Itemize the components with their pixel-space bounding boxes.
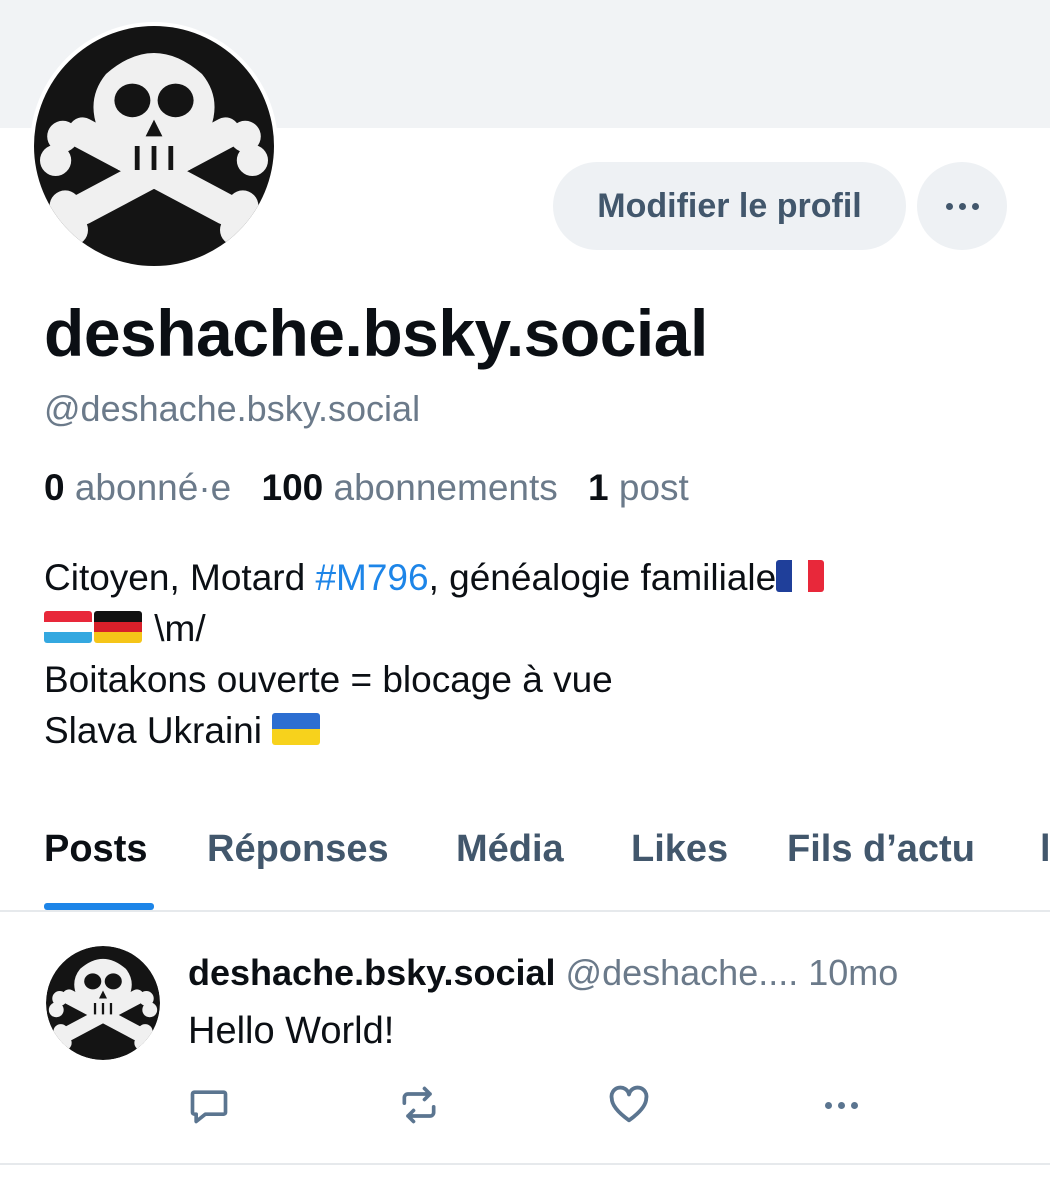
profile-bio: Citoyen, Motard #M796, généalogie famili… xyxy=(44,552,1004,756)
luxembourg-flag-icon xyxy=(44,611,92,643)
tab-overflow[interactable]: l xyxy=(1040,828,1050,871)
active-tab-indicator xyxy=(44,903,154,910)
post-time[interactable]: 10mo xyxy=(808,952,898,993)
bio-text: \m/ xyxy=(144,608,206,649)
divider xyxy=(0,1163,1050,1165)
following-count: 100 xyxy=(261,467,324,508)
followers-count: 0 xyxy=(44,467,65,508)
post-header: deshache.bsky.social @deshache.... 10mo xyxy=(188,952,1018,994)
tab-posts[interactable]: Posts xyxy=(44,828,147,871)
bio-text: Citoyen, Motard xyxy=(44,557,316,598)
profile-stats: 0 abonné·e 100 abonnements 1 post xyxy=(44,467,689,509)
skull-avatar-image xyxy=(34,26,274,266)
posts-count-item: 1 post xyxy=(588,467,689,508)
reply-button[interactable] xyxy=(186,1082,232,1128)
profile-display-name: deshache.bsky.social xyxy=(44,296,708,370)
post-author-handle[interactable]: @deshache.... xyxy=(566,952,799,993)
followers-label: abonné·e xyxy=(74,467,232,508)
profile-avatar[interactable] xyxy=(30,22,278,270)
edit-profile-button[interactable]: Modifier le profil xyxy=(553,162,906,250)
posts-count: 1 xyxy=(588,467,609,508)
skull-avatar-image xyxy=(46,946,160,1060)
tab-replies[interactable]: Réponses xyxy=(207,828,389,871)
hashtag-link[interactable]: #M796 xyxy=(315,557,428,598)
heart-icon xyxy=(609,1085,649,1123)
bio-line-4: Slava Ukraini xyxy=(44,705,1004,756)
tab-media[interactable]: Média xyxy=(456,828,564,871)
post-more-button[interactable] xyxy=(818,1082,864,1128)
like-button[interactable] xyxy=(606,1082,652,1128)
repost-button[interactable] xyxy=(396,1082,442,1128)
tab-likes[interactable]: Likes xyxy=(631,828,728,871)
tab-feeds[interactable]: Fils d’actu xyxy=(787,828,975,871)
repost-icon xyxy=(402,1086,436,1124)
ukraine-flag-icon xyxy=(272,713,321,745)
posts-label: post xyxy=(618,467,689,508)
bio-line-1: Citoyen, Motard #M796, généalogie famili… xyxy=(44,552,1004,603)
following-label: abonnements xyxy=(333,467,558,508)
post-author-avatar[interactable] xyxy=(46,946,160,1060)
bio-text: , généalogie familiale xyxy=(428,557,777,598)
post-item[interactable]: deshache.bsky.social @deshache.... 10mo … xyxy=(0,912,1050,1164)
more-dots-icon xyxy=(945,202,979,210)
following-link[interactable]: 100 abonnements xyxy=(262,467,558,508)
followers-link[interactable]: 0 abonné·e xyxy=(44,467,231,508)
germany-flag-icon xyxy=(94,611,142,643)
profile-tabs: Posts Réponses Média Likes Fils d’actu l xyxy=(0,820,1050,910)
post-text: Hello World! xyxy=(188,1010,395,1052)
post-author-name[interactable]: deshache.bsky.social xyxy=(188,952,556,993)
france-flag-icon xyxy=(776,560,825,592)
more-dots-icon xyxy=(824,1101,858,1109)
bio-line-3: Boitakons ouverte = blocage à vue xyxy=(44,659,613,700)
comment-icon xyxy=(190,1090,228,1124)
bio-line-2: \m/ xyxy=(44,603,1004,654)
profile-more-button[interactable] xyxy=(917,162,1007,250)
bio-text: Slava Ukraini xyxy=(44,710,273,751)
profile-handle: @deshache.bsky.social xyxy=(44,388,421,429)
